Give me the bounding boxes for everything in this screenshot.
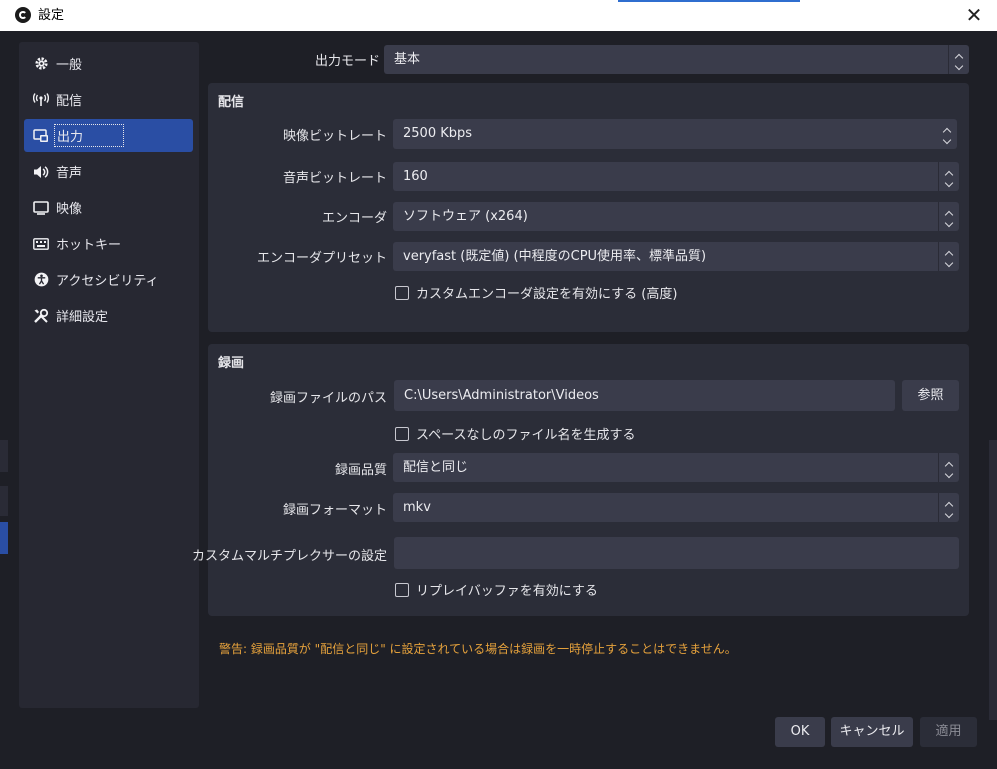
browse-button[interactable]: 参照 <box>902 380 959 411</box>
spin-arrows-icon <box>948 45 969 74</box>
sidebar-item-accessibility[interactable]: アクセシビリティ <box>24 263 193 296</box>
audio-bitrate-select[interactable]: 160 <box>393 162 959 191</box>
recording-format-select[interactable]: mkv <box>393 493 959 522</box>
video-bitrate-label: 映像ビットレート <box>282 129 387 144</box>
muxer-settings-input[interactable] <box>394 537 959 569</box>
custom-encoder-checkbox[interactable] <box>395 285 409 300</box>
recording-format-label: 録画フォーマット <box>282 503 387 518</box>
tools-icon <box>32 307 50 325</box>
sidebar-item-advanced[interactable]: 詳細設定 <box>24 299 193 332</box>
encoder-preset-select[interactable]: veryfast (既定値) (中程度のCPU使用率、標準品質) <box>393 242 959 271</box>
audio-bitrate-label: 音声ビットレート <box>282 171 387 186</box>
recording-quality-select[interactable]: 配信と同じ <box>393 453 959 482</box>
sidebar-item-hotkeys[interactable]: ホットキー <box>24 227 193 260</box>
no-space-filename-checkbox[interactable] <box>395 426 409 441</box>
broadcast-icon <box>32 91 50 109</box>
replay-buffer-label: リプレイバッファを有効にする <box>416 584 598 599</box>
replay-buffer-checkbox[interactable] <box>395 582 409 597</box>
sidebar-item-video[interactable]: 映像 <box>24 191 193 224</box>
sidebar-item-audio[interactable]: 音声 <box>24 155 193 188</box>
encoder-preset-value: veryfast (既定値) (中程度のCPU使用率、標準品質) <box>403 249 707 264</box>
speaker-icon <box>32 163 50 181</box>
output-icon <box>32 127 50 145</box>
sidebar-item-label: 詳細設定 <box>56 310 109 325</box>
apply-button[interactable]: 適用 <box>920 717 977 747</box>
sidebar-item-label: 映像 <box>56 202 83 217</box>
custom-encoder-label: カスタムエンコーダ設定を有効にする (高度) <box>416 287 678 302</box>
title-bar: 設定 ✕ <box>0 0 997 31</box>
background-window-edge <box>0 440 8 472</box>
settings-sidebar: 一般 配信 出力 音声 映像 ホットキー アクセシビリティ 詳細設定 <box>19 42 199 708</box>
spin-arrows-icon <box>938 202 959 231</box>
audio-bitrate-value: 160 <box>403 169 428 184</box>
sidebar-item-label: 出力 <box>54 124 125 147</box>
accessibility-icon <box>32 271 50 289</box>
recording-path-value: C:\Users\Administrator\Videos <box>404 388 599 403</box>
encoder-preset-label: エンコーダプリセット <box>256 251 387 266</box>
obs-logo-icon <box>15 7 31 23</box>
replay-buffer-checkbox-row[interactable]: リプレイバッファを有効にする <box>395 580 598 599</box>
streaming-group-title: 配信 <box>218 95 245 110</box>
recording-quality-value: 配信と同じ <box>403 460 469 475</box>
background-window-edge <box>0 486 8 516</box>
output-mode-select[interactable]: 基本 <box>384 45 969 74</box>
no-space-filename-label: スペースなしのファイル名を生成する <box>416 428 636 443</box>
spin-arrows-icon <box>938 242 959 271</box>
background-window-edge <box>0 522 8 554</box>
sidebar-item-label: アクセシビリティ <box>56 274 159 289</box>
custom-encoder-checkbox-row[interactable]: カスタムエンコーダ設定を有効にする (高度) <box>395 283 677 302</box>
gear-icon <box>32 55 50 73</box>
recording-format-value: mkv <box>403 500 431 515</box>
sidebar-item-output[interactable]: 出力 <box>24 119 193 152</box>
no-space-filename-checkbox-row[interactable]: スペースなしのファイル名を生成する <box>395 424 635 443</box>
sidebar-item-label: ホットキー <box>56 238 122 253</box>
background-window-edge <box>989 440 997 720</box>
keyboard-icon <box>32 235 50 253</box>
sidebar-item-general[interactable]: 一般 <box>24 47 193 80</box>
video-bitrate-value: 2500 Kbps <box>403 126 473 141</box>
ok-button[interactable]: OK <box>775 717 825 747</box>
spin-arrows-icon <box>938 162 959 191</box>
encoder-select[interactable]: ソフトウェア (x264) <box>393 202 959 231</box>
recording-group-title: 録画 <box>218 356 245 371</box>
cancel-button[interactable]: キャンセル <box>831 717 913 747</box>
output-mode-value: 基本 <box>394 52 421 67</box>
muxer-settings-label: カスタムマルチプレクサーの設定 <box>191 549 387 564</box>
recording-path-label: 録画ファイルのパス <box>269 391 387 406</box>
sidebar-item-stream[interactable]: 配信 <box>24 83 193 116</box>
recording-path-input[interactable]: C:\Users\Administrator\Videos <box>394 380 895 411</box>
sidebar-item-label: 音声 <box>56 166 83 181</box>
background-window-strip <box>618 0 800 2</box>
spin-arrows-icon <box>938 493 959 522</box>
output-mode-label: 出力モード <box>314 54 380 69</box>
sidebar-item-label: 一般 <box>56 58 83 73</box>
close-icon[interactable]: ✕ <box>962 4 986 26</box>
encoder-label: エンコーダ <box>321 211 387 226</box>
encoder-value: ソフトウェア (x264) <box>403 209 528 224</box>
monitor-icon <box>32 199 50 217</box>
sidebar-item-label: 配信 <box>56 94 83 109</box>
spin-arrows-icon[interactable] <box>937 119 957 148</box>
warning-message: 警告: 録画品質が "配信と同じ" に設定されている場合は録画を一時停止すること… <box>219 642 737 656</box>
window-title: 設定 <box>38 8 65 23</box>
recording-quality-label: 録画品質 <box>334 463 387 478</box>
video-bitrate-spinbox[interactable]: 2500 Kbps <box>393 119 957 149</box>
spin-arrows-icon <box>938 453 959 482</box>
